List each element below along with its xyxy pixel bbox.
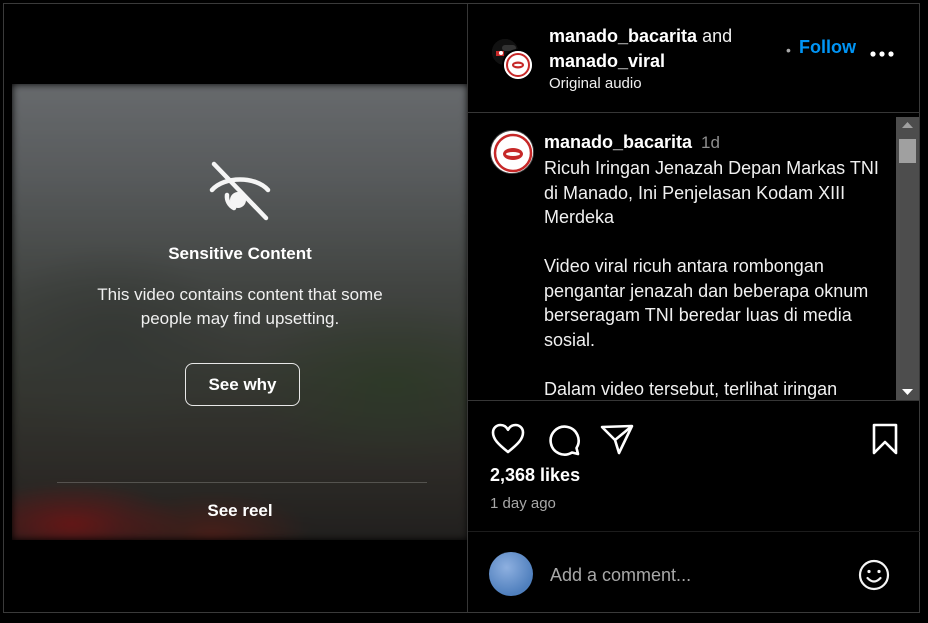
heart-icon[interactable]	[490, 421, 526, 457]
original-audio-link[interactable]: Original audio	[549, 75, 642, 92]
comment-icon[interactable]	[545, 421, 581, 457]
eye-slash-icon	[209, 161, 271, 221]
collab-usernames: manado_bacarita and manado_viral	[549, 24, 732, 74]
scroll-down-arrow-icon[interactable]	[896, 383, 919, 400]
follow-button[interactable]: Follow	[799, 37, 856, 58]
see-reel-button[interactable]: See reel	[12, 501, 468, 521]
username-link[interactable]: manado_bacarita	[549, 26, 697, 46]
caption-username[interactable]: manado_bacarita	[544, 132, 692, 153]
post-actions: 2,368 likes 1 day ago	[468, 401, 920, 531]
current-user-avatar	[489, 552, 533, 596]
bookmark-icon[interactable]	[867, 421, 903, 457]
reel-media: Sensitive Content This video contains co…	[12, 84, 468, 540]
sensitive-content-title: Sensitive Content	[168, 244, 312, 263]
share-icon[interactable]	[599, 421, 635, 457]
comment-input[interactable]	[550, 562, 830, 588]
collab-avatars[interactable]	[490, 37, 538, 85]
caption-time[interactable]: 1d	[701, 133, 720, 153]
see-why-button[interactable]: See why	[185, 363, 300, 406]
emoji-icon[interactable]	[857, 558, 891, 592]
post-header: manado_bacarita and manado_viral Origina…	[468, 4, 920, 112]
post-timestamp: 1 day ago	[490, 495, 556, 512]
caption-avatar[interactable]	[490, 130, 534, 174]
divider	[57, 482, 427, 483]
caption-scroll-area[interactable]: manado_bacarita 1d Ricuh Iringan Jenazah…	[468, 113, 894, 399]
scrollbar-thumb[interactable]	[899, 139, 916, 163]
caption-scrollbar[interactable]	[896, 117, 919, 400]
username-link[interactable]: manado_viral	[549, 51, 665, 71]
scroll-up-arrow-icon[interactable]	[896, 117, 919, 134]
more-horizontal-icon[interactable]	[868, 44, 896, 64]
likes-count[interactable]: 2,368 likes	[490, 465, 580, 486]
comment-composer	[468, 532, 920, 612]
separator-dot: •	[786, 42, 791, 58]
sensitive-content-description: This video contains content that some pe…	[97, 285, 383, 328]
and-text: and	[702, 26, 733, 46]
avatar-manado-bacarita[interactable]	[502, 49, 534, 81]
post-modal: Sensitive Content This video contains co…	[3, 3, 920, 613]
caption-text: Ricuh Iringan Jenazah Depan Markas TNI d…	[544, 158, 879, 399]
